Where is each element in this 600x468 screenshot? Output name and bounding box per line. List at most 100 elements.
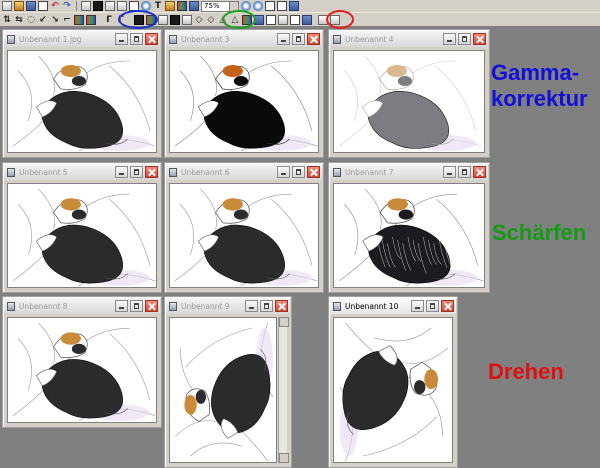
window-title: Unbenannt 10 <box>345 301 399 311</box>
undo-icon[interactable]: ↶ <box>50 1 60 11</box>
close-button[interactable] <box>473 33 486 45</box>
flip-horizontal-icon[interactable]: ⇆ <box>14 15 24 25</box>
window-titlebar[interactable]: Unbenannt 3 <box>166 31 322 47</box>
frame-icon[interactable] <box>290 14 300 25</box>
maximize-button[interactable] <box>458 33 471 45</box>
actual-size-icon[interactable] <box>277 1 287 11</box>
highlight-sharpen-group <box>222 10 256 29</box>
image-window[interactable]: Unbenannt 7 <box>328 162 490 293</box>
zoom-out-icon[interactable] <box>253 1 263 11</box>
image-window[interactable]: Unbenannt 6 <box>164 162 324 293</box>
fullscreen-icon[interactable] <box>289 1 299 11</box>
image-window[interactable]: Unbenannt 10 <box>328 296 458 468</box>
minimize-button[interactable] <box>115 33 128 45</box>
window-title: Unbenannt 4 <box>345 34 394 44</box>
minimize-button[interactable] <box>245 300 258 312</box>
maximize-button[interactable] <box>426 300 439 312</box>
redo-icon[interactable]: ↷ <box>62 1 72 11</box>
close-button[interactable] <box>275 300 288 312</box>
dog-sketch-image <box>338 55 482 152</box>
minimize-button[interactable] <box>443 33 456 45</box>
image-window[interactable]: Unbenannt 5 <box>2 162 162 293</box>
flip-vertical-icon[interactable]: ⇅ <box>2 15 12 25</box>
minimize-button[interactable] <box>443 166 456 178</box>
copy-icon[interactable] <box>93 1 103 11</box>
fit-window-icon[interactable] <box>265 1 275 11</box>
window-titlebar[interactable]: Unbenannt 10 <box>330 298 456 314</box>
palette-icon[interactable] <box>86 14 96 25</box>
dog-sketch-image <box>174 55 318 152</box>
window-titlebar[interactable]: Unbenannt 9 <box>166 298 290 314</box>
window-title: Unbenannt 1.jpg <box>19 34 82 44</box>
gamma-label-line2: korrektur <box>491 86 588 111</box>
drop-icon[interactable]: ◇ <box>206 15 216 25</box>
close-button[interactable] <box>441 300 454 312</box>
color-picker-icon[interactable] <box>177 1 187 11</box>
minimize-button[interactable] <box>115 166 128 178</box>
gamma-label-line1: Gamma- <box>491 60 580 85</box>
brush-icon[interactable]: ↙ <box>38 15 48 25</box>
image-canvas <box>333 317 453 463</box>
select-icon[interactable]: ◌ <box>26 15 36 25</box>
levels-icon[interactable] <box>182 14 192 25</box>
dog-sketch-image <box>12 55 156 152</box>
minimize-button[interactable] <box>115 300 128 312</box>
print-icon[interactable] <box>38 1 48 11</box>
new-file-icon[interactable] <box>2 1 12 11</box>
lasso-icon[interactable]: ⌐ <box>62 15 72 25</box>
window-titlebar[interactable]: Unbenannt 4 <box>330 31 488 47</box>
minimize-button[interactable] <box>411 300 424 312</box>
close-button[interactable] <box>145 33 158 45</box>
maximize-button[interactable] <box>130 33 143 45</box>
document-icon <box>169 301 177 311</box>
gamma-icon[interactable] <box>170 14 180 25</box>
image-window[interactable]: Unbenannt 4 <box>328 29 490 158</box>
maximize-button[interactable] <box>260 300 273 312</box>
window-titlebar[interactable]: Unbenannt 5 <box>4 164 160 180</box>
image-window[interactable]: Unbenannt 9 <box>164 296 292 468</box>
window-titlebar[interactable]: Unbenannt 8 <box>4 298 160 314</box>
paint-icon[interactable] <box>165 1 175 11</box>
document-icon <box>7 167 15 177</box>
image-info-icon[interactable] <box>189 1 199 11</box>
open-folder-icon[interactable] <box>14 1 24 11</box>
close-button[interactable] <box>145 300 158 312</box>
document-icon <box>333 301 341 311</box>
maximize-button[interactable] <box>292 33 305 45</box>
window-titlebar[interactable]: Unbenannt 1.jpg <box>4 31 160 47</box>
window-titlebar[interactable]: Unbenannt 7 <box>330 164 488 180</box>
window-titlebar[interactable]: Unbenannt 6 <box>166 164 322 180</box>
paste-new-icon[interactable] <box>117 1 127 11</box>
text-tool-icon[interactable]: T <box>153 1 163 11</box>
maximize-button[interactable] <box>292 166 305 178</box>
layer-icon[interactable] <box>278 14 288 25</box>
brightness-icon[interactable] <box>158 14 168 25</box>
window-title: Unbenannt 3 <box>181 34 230 44</box>
maximize-button[interactable] <box>130 300 143 312</box>
close-button[interactable] <box>307 33 320 45</box>
drop-icon[interactable]: ◇ <box>194 15 204 25</box>
save-icon[interactable] <box>26 1 36 11</box>
mask-icon[interactable] <box>266 14 276 25</box>
document-icon <box>169 167 177 177</box>
brush-icon[interactable]: ↘ <box>50 15 60 25</box>
dog-sketch-image <box>12 188 156 287</box>
close-button[interactable] <box>145 166 158 178</box>
paste-icon[interactable] <box>105 1 115 11</box>
image-window[interactable]: Unbenannt 8 <box>2 296 162 428</box>
maximize-button[interactable] <box>130 166 143 178</box>
image-window[interactable]: Unbenannt 1.jpg <box>2 29 162 158</box>
vertical-scrollbar[interactable] <box>278 317 289 463</box>
close-button[interactable] <box>473 166 486 178</box>
dog-sketch-image <box>174 188 318 287</box>
toolbar-separator <box>76 1 77 11</box>
flip-left-icon[interactable]: Г <box>104 15 114 25</box>
close-button[interactable] <box>307 166 320 178</box>
maximize-button[interactable] <box>458 166 471 178</box>
palette-icon[interactable] <box>74 14 84 25</box>
minimize-button[interactable] <box>277 33 290 45</box>
resize-icon[interactable] <box>302 14 312 25</box>
image-window[interactable]: Unbenannt 3 <box>164 29 324 158</box>
minimize-button[interactable] <box>277 166 290 178</box>
cut-icon[interactable] <box>81 1 91 11</box>
